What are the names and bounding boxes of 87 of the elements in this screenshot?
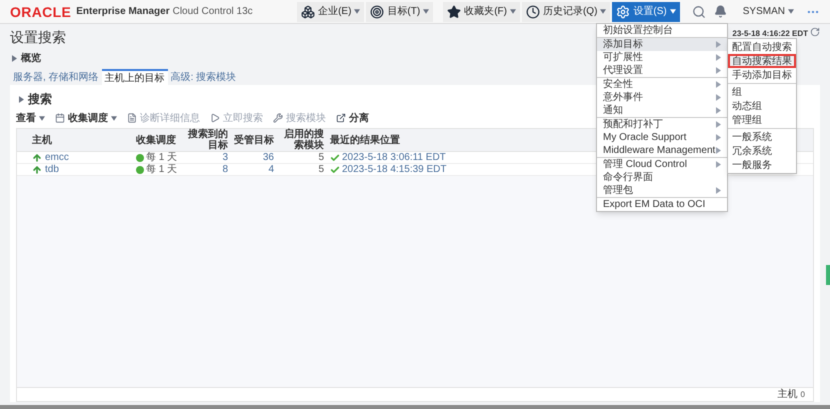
table-cell-text: 每 1 天 [146,151,178,164]
menu-item[interactable]: 预配和打补丁 [597,118,727,131]
disclosure-icon [19,96,24,102]
menu-item[interactable]: 动态组 [728,99,796,113]
wrench-icon [273,113,283,123]
host-link[interactable]: emcc [45,150,69,165]
menu-item[interactable]: 一般服务 [728,158,796,172]
host-link[interactable]: tdb [45,162,59,177]
nav-menu-button[interactable]: 收藏夹(F) [443,2,520,22]
oracle-logo: ORACLE [10,4,72,18]
caret-icon [670,9,676,14]
menu-item[interactable]: 代理设置 [597,64,727,77]
table-cell-text: 5 [317,151,325,165]
toolbar-button[interactable]: 分离 [336,110,369,126]
table-cell-text: 3 [221,151,229,165]
table-cell-text: 4 [267,163,275,177]
row-count: 0 [800,388,805,400]
page-title: 设置搜索 [10,28,66,47]
menu-item[interactable]: 自动搜索结果 [728,54,796,68]
table-cell-text: 36 [262,151,275,165]
caret-icon [788,9,794,14]
scroll-marker [826,265,830,285]
timestamp: 23-5-18 4:16:22 EDT [732,30,808,38]
caret-icon [354,9,360,14]
menu-item[interactable]: 通知 [597,104,727,117]
refresh-icon[interactable] [810,27,820,37]
column-header: 主机 [31,134,53,146]
target-icon [370,4,384,18]
menu-item[interactable]: 管理组 [728,113,796,127]
product-name: Enterprise Manager [76,5,170,19]
menu-item[interactable]: 可扩展性 [597,51,727,64]
table-cell-text: 5 [317,163,325,177]
column-header: 收集调度 [135,134,177,146]
nav-menu-button[interactable]: 目标(T) [366,2,434,22]
table-cell-text: 每 1 天 [146,163,178,177]
blocks-icon [301,4,316,18]
menu-item[interactable]: 初始设置控制台 [597,24,727,37]
toolbar-button[interactable]: 查看 [16,110,45,126]
menu-item[interactable]: 配置自动搜索 [728,40,796,54]
menu-item[interactable]: My Oracle Support [597,131,727,144]
menu-item[interactable]: Middleware Management [597,144,727,157]
disclosure-icon [12,55,17,62]
search-icon[interactable] [692,4,706,18]
menu-item[interactable]: Export EM Data to OCI [597,198,727,211]
detach-icon [336,113,346,123]
star-icon [447,4,462,18]
menu-item[interactable]: 安全性 [597,78,727,91]
user-menu-button[interactable]: SYSMAN [742,4,794,19]
caret-icon [510,9,516,14]
bell-icon[interactable] [714,5,727,18]
caret-icon [600,9,606,14]
menu-item[interactable]: 冗余系统 [728,144,796,158]
section-title: 搜索 [28,91,52,108]
nav-menu-button[interactable]: 企业(E) [297,2,364,22]
nav-menu-button[interactable]: 历史记录(Q) [522,2,610,22]
nav-menu-button[interactable]: 设置(S) [612,2,680,22]
column-header: 最近的结果位置 [329,134,401,146]
clock-icon [526,4,540,18]
menu-item[interactable]: 管理 Cloud Control [597,158,727,171]
caret-icon [423,9,430,14]
column-header: 受管目标 [233,134,275,146]
table-cell-text: 8 [221,163,229,177]
caret-icon [111,116,117,120]
menu-item[interactable]: 意外事件 [597,91,727,104]
menu-item[interactable]: 管理包 [597,184,727,197]
menu-item[interactable]: 手动添加目标 [728,68,796,82]
menu-item[interactable]: 一般系统 [728,130,796,144]
disclosure-icon [716,187,721,194]
calendar-icon [55,113,65,123]
result-link[interactable]: 2023-5-18 4:15:39 EDT [342,162,447,177]
settings-icon [616,4,630,18]
play-icon [210,113,220,123]
column-header: 启用的搜索模块 [283,129,325,151]
product-edition: Cloud Control 13c [172,5,253,19]
menu-item[interactable]: 命令行界面 [597,171,727,184]
result-link[interactable]: 2023-5-18 3:06:11 EDT [342,150,446,165]
footer-label: 主机 [778,388,798,402]
menu-item[interactable]: 添加目标 [597,38,727,51]
menu-item[interactable]: 组 [728,85,796,99]
overview-toggle[interactable]: 概览 [21,51,41,66]
tab[interactable]: 主机上的目标 [102,69,168,85]
document-icon [127,113,137,123]
caret-icon [39,116,45,120]
toolbar-button[interactable]: 收集调度 [55,110,117,126]
tab[interactable]: 高级: 搜索模块 [168,69,240,85]
column-header: 搜索到的目标 [186,129,229,151]
tab[interactable]: 服务器, 存储和网络 [10,69,102,85]
